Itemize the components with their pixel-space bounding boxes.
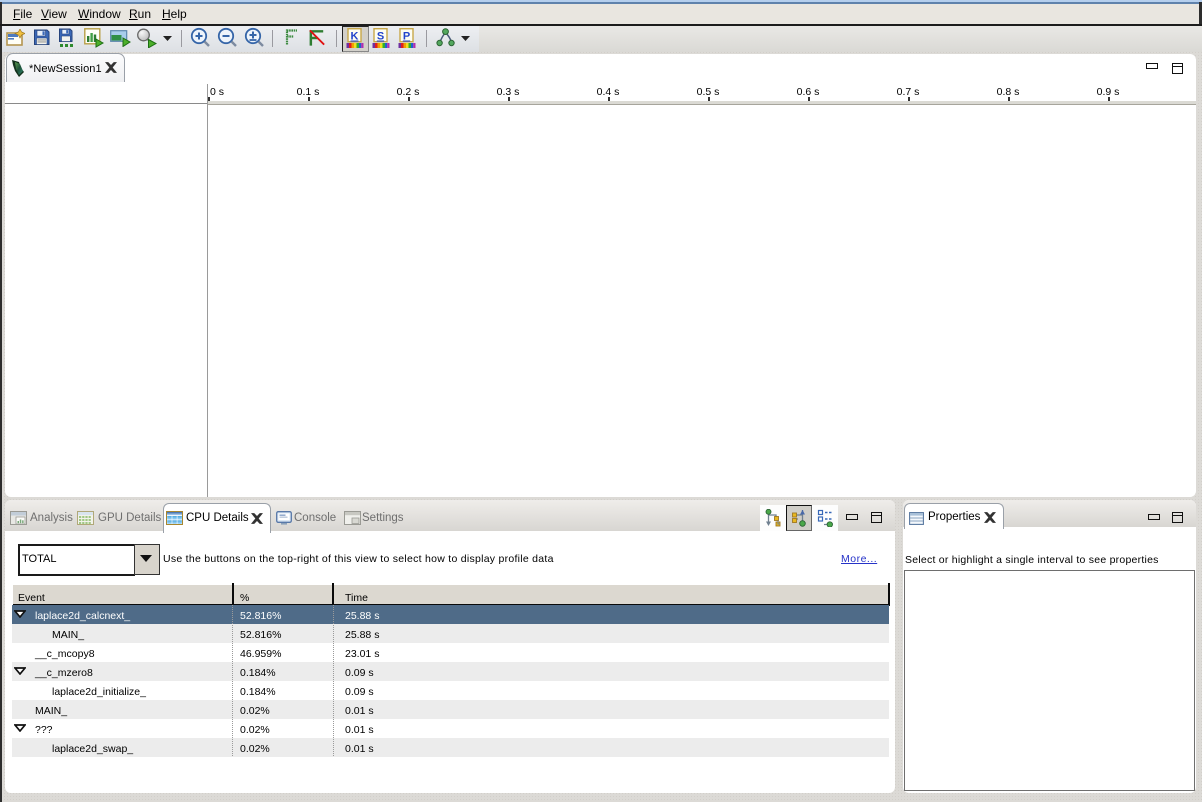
svg-text:K: K [351, 31, 359, 43]
svg-text:S: S [377, 31, 384, 43]
svg-text:P: P [403, 31, 410, 43]
